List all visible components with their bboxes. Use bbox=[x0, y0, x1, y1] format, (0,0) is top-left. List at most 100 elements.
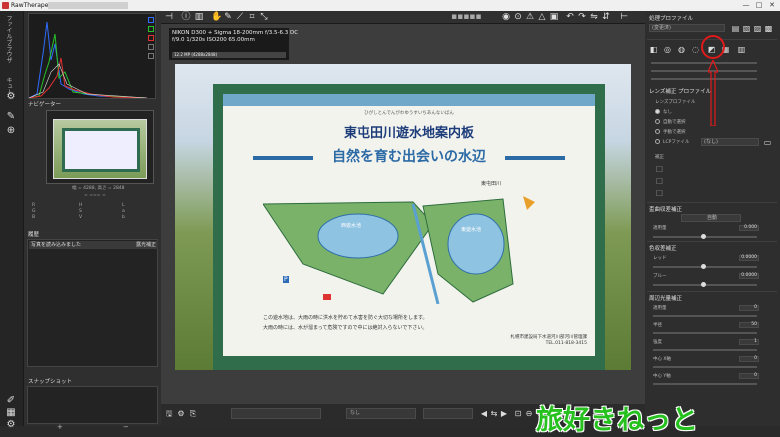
ca-red-value[interactable]: 0.0000 bbox=[739, 255, 759, 261]
focus-mask-icon[interactable]: ⊙ bbox=[513, 12, 523, 22]
editor-tab-icon[interactable]: ✎ bbox=[5, 111, 17, 123]
editor-add-icon[interactable]: ⊕ bbox=[5, 125, 17, 137]
lens-opt-lcp-radio[interactable] bbox=[655, 139, 660, 144]
history-list[interactable]: 写真を読み込みました 露光補正 bbox=[27, 239, 158, 367]
histogram-red-toggle[interactable] bbox=[148, 35, 154, 41]
sync-icon[interactable]: ⇆ bbox=[489, 409, 499, 419]
exposure-tab-icon[interactable]: ◧ bbox=[649, 45, 658, 54]
paste-profile-icon[interactable]: ▩ bbox=[764, 24, 773, 33]
straighten-icon[interactable]: ⟋ bbox=[235, 12, 245, 22]
detail-tab-icon[interactable]: ◎ bbox=[663, 45, 672, 54]
info-icon[interactable]: ⓘ bbox=[181, 12, 191, 22]
hand-tool-icon[interactable]: ✋ bbox=[211, 12, 222, 22]
next-image-icon[interactable]: ▶ bbox=[499, 409, 509, 419]
external-editor-icon[interactable]: ⎘ bbox=[188, 409, 198, 419]
vig-strength-label: 強度 bbox=[653, 340, 662, 345]
ca-blue-knob[interactable] bbox=[701, 282, 706, 287]
zoom-fit-icon[interactable]: ⊡ bbox=[513, 409, 523, 419]
histogram-luma-toggle[interactable] bbox=[148, 44, 154, 50]
correction-check-3[interactable]: ☐ bbox=[655, 189, 664, 198]
maximize-button[interactable]: □ bbox=[753, 1, 765, 10]
metadata-tab-icon[interactable]: ▥ bbox=[737, 45, 746, 54]
preview-channels-icon[interactable]: ▪▪▪▪▪ bbox=[451, 12, 482, 22]
distortion-knob[interactable] bbox=[701, 234, 706, 239]
vig-strength-value[interactable]: 1 bbox=[739, 339, 759, 345]
slider-2[interactable] bbox=[651, 70, 757, 72]
vig-cy-slider[interactable] bbox=[653, 383, 757, 385]
distortion-value[interactable]: 0.000 bbox=[739, 225, 759, 231]
slider-1[interactable] bbox=[651, 62, 757, 64]
history-row[interactable]: 写真を読み込みました 露光補正 bbox=[29, 241, 158, 249]
before-after-icon[interactable]: ▥ bbox=[194, 12, 204, 22]
vignette-section-header[interactable]: 周辺光量補正 bbox=[649, 294, 769, 302]
photo[interactable]: ひがしとんでんがわゆうすいちあんないばん 東屯田川遊水地案内板 自然を育む出会い… bbox=[175, 64, 631, 370]
processing-profile-select[interactable]: (変更済) bbox=[649, 24, 725, 32]
queue-add-icon[interactable]: ⚙ bbox=[176, 409, 186, 419]
vig-strength-slider[interactable] bbox=[653, 349, 757, 351]
histogram-green-toggle[interactable] bbox=[148, 26, 154, 32]
color-tab-icon[interactable]: ◍ bbox=[677, 45, 686, 54]
rotate-left-icon[interactable]: ↶ bbox=[565, 12, 575, 22]
ca-section-header[interactable]: 色収差補正 bbox=[649, 244, 769, 252]
vig-cx-value[interactable]: 0 bbox=[739, 356, 759, 362]
flip-v-icon[interactable]: ⇵ bbox=[601, 12, 611, 22]
divider bbox=[647, 202, 777, 203]
vig-radius-slider[interactable] bbox=[653, 332, 757, 334]
wavelet-tab-icon[interactable]: ◌ bbox=[691, 45, 700, 54]
save-profile-icon[interactable]: ▧ bbox=[742, 24, 751, 33]
lens-opt-auto-radio[interactable] bbox=[655, 119, 660, 124]
navigator[interactable] bbox=[46, 110, 154, 184]
history-item-label: 写真を読み込みました bbox=[31, 242, 82, 248]
distortion-auto-button[interactable]: 自動 bbox=[681, 214, 741, 222]
collapse-right-icon[interactable]: ⊢ bbox=[619, 12, 629, 22]
correction-check-2[interactable]: ☐ bbox=[655, 177, 664, 186]
queue-icon[interactable]: ⚙ bbox=[5, 91, 17, 103]
folder-icon[interactable]: ▭ bbox=[763, 138, 772, 147]
save-icon[interactable]: 🖫 bbox=[164, 409, 174, 419]
histogram-blue-toggle[interactable] bbox=[148, 17, 154, 23]
warning-icon[interactable]: ⚠ bbox=[525, 12, 535, 22]
snapshot-add-button[interactable]: + bbox=[57, 423, 63, 431]
output-profile-select[interactable]: なし bbox=[346, 408, 416, 419]
tab-file-browser[interactable]: ファイルブラウザ bbox=[4, 15, 13, 63]
histogram-raw-toggle[interactable] bbox=[148, 53, 154, 59]
navigator-thumbnail[interactable] bbox=[53, 119, 147, 179]
hide-panel-icon[interactable]: ⊣ bbox=[164, 12, 174, 22]
rotate-right-icon[interactable]: ↷ bbox=[577, 12, 587, 22]
clip-warning-icon[interactable]: △ bbox=[537, 12, 547, 22]
zoom-out-icon[interactable]: ⊖ bbox=[524, 409, 534, 419]
lcp-file-field[interactable]: (なし) bbox=[701, 138, 759, 146]
slider-3[interactable] bbox=[651, 78, 757, 80]
edit-icon[interactable]: ✐ bbox=[5, 395, 17, 407]
snapshot-remove-button[interactable]: − bbox=[123, 423, 129, 431]
prev-image-icon[interactable]: ◀ bbox=[479, 409, 489, 419]
vig-cy-value[interactable]: 0 bbox=[739, 373, 759, 379]
settings-icon[interactable]: ⚙ bbox=[5, 419, 17, 431]
minimize-button[interactable]: — bbox=[740, 1, 752, 10]
image-canvas[interactable]: ひがしとんでんがわゆうすいちあんないばん 東屯田川遊水地案内板 自然を育む出会い… bbox=[161, 24, 645, 404]
vig-radius-value[interactable]: 50 bbox=[739, 322, 759, 328]
grid-icon[interactable]: ▦ bbox=[5, 407, 17, 419]
wb-picker-icon[interactable]: ✎ bbox=[223, 12, 233, 22]
title-bar: RawTherapee 5.7 - — □ ✕ bbox=[0, 0, 780, 11]
lens-opt-none-radio[interactable] bbox=[655, 109, 660, 114]
transform-icon[interactable]: ⤡ bbox=[259, 12, 269, 22]
softproof-icon[interactable]: ▣ bbox=[549, 12, 559, 22]
close-button[interactable]: ✕ bbox=[766, 1, 778, 10]
correction-check-1[interactable]: ☐ bbox=[655, 165, 664, 174]
lens-opt-manual-radio[interactable] bbox=[655, 129, 660, 134]
copy-profile-icon[interactable]: ▨ bbox=[753, 24, 762, 33]
vig-amount-slider[interactable] bbox=[653, 315, 757, 317]
intent-select[interactable] bbox=[423, 408, 473, 419]
flip-h-icon[interactable]: ⇋ bbox=[589, 12, 599, 22]
open-profile-icon[interactable]: ▤ bbox=[731, 24, 740, 33]
ca-blue-value[interactable]: 0.0000 bbox=[739, 273, 759, 279]
vig-amount-value[interactable]: 0 bbox=[739, 305, 759, 311]
ca-red-knob[interactable] bbox=[701, 264, 706, 269]
snapshot-list[interactable] bbox=[27, 386, 158, 424]
crop-icon[interactable]: ⌗ bbox=[247, 12, 257, 22]
distortion-section-header[interactable]: 歪曲収差補正 bbox=[649, 205, 769, 213]
zoom-field[interactable] bbox=[231, 408, 321, 419]
color-mode-icon[interactable]: ◉ bbox=[501, 12, 511, 22]
vig-cx-slider[interactable] bbox=[653, 366, 757, 368]
